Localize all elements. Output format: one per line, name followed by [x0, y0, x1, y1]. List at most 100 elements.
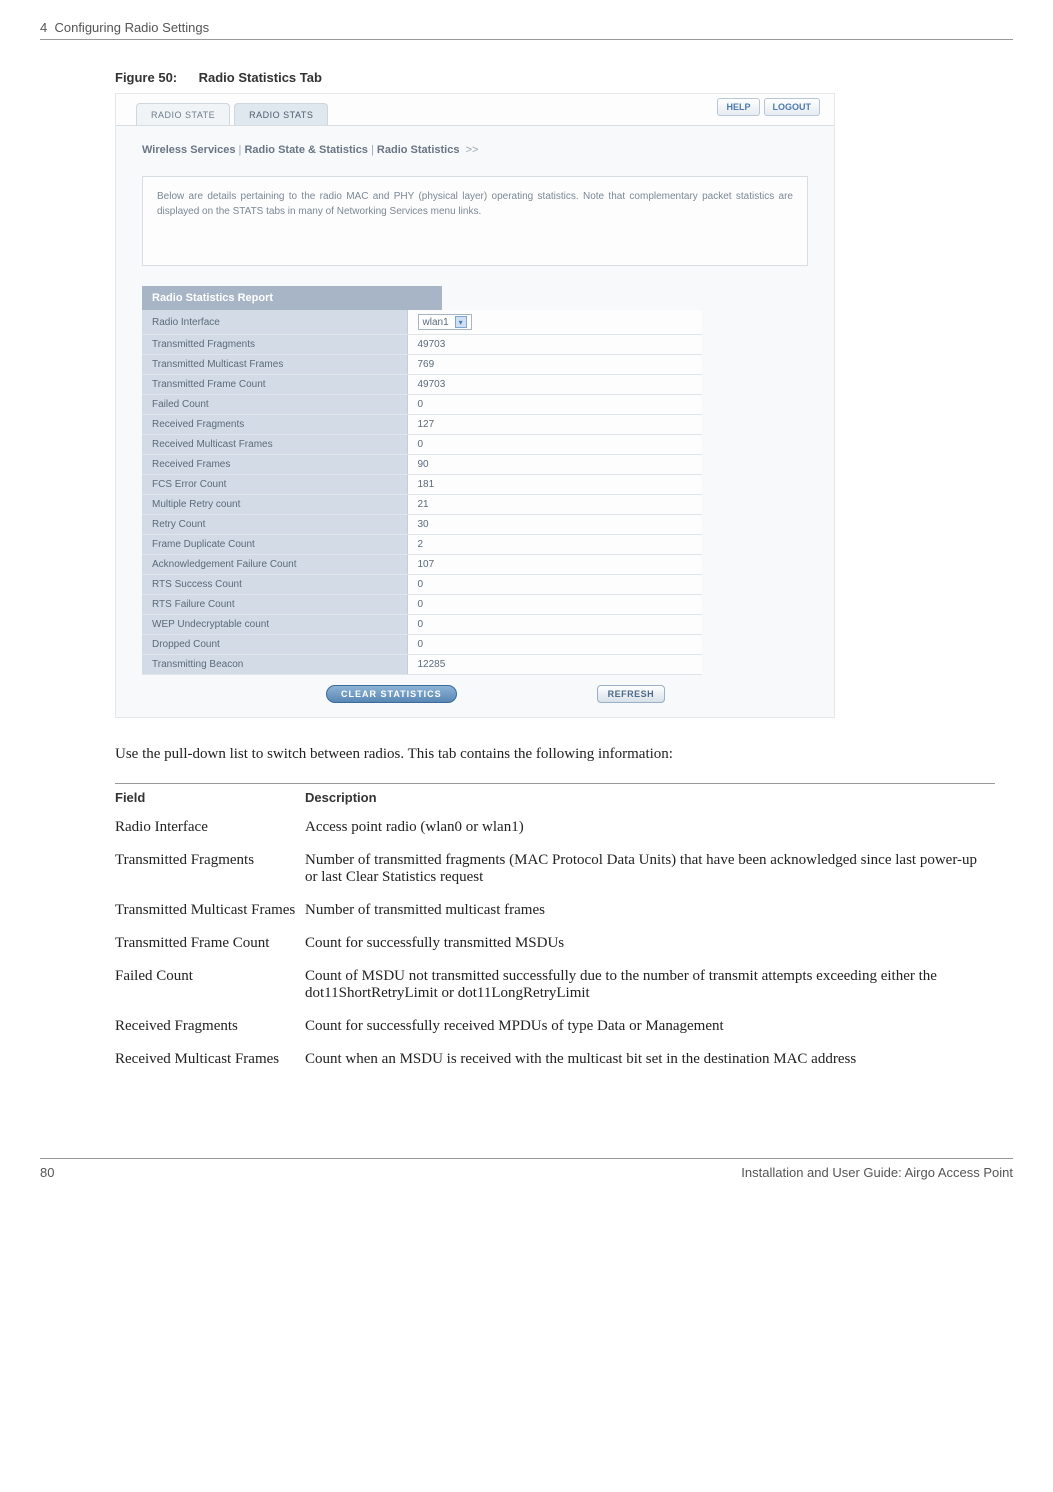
- page-header: 4 Configuring Radio Settings: [40, 20, 1013, 39]
- stat-label: Multiple Retry count: [142, 495, 407, 515]
- table-row: Failed Count0: [142, 395, 702, 415]
- stat-label: Transmitted Multicast Frames: [142, 355, 407, 375]
- stat-label: WEP Undecryptable count: [142, 615, 407, 635]
- tab-radio-stats[interactable]: RADIO STATS: [234, 103, 328, 125]
- table-row: Radio InterfaceAccess point radio (wlan0…: [115, 813, 995, 846]
- body-paragraph: Use the pull-down list to switch between…: [115, 746, 1013, 763]
- page-footer: 80 Installation and User Guide: Airgo Ac…: [40, 1158, 1013, 1180]
- stat-value: 12285: [407, 655, 702, 675]
- table-row: Received Multicast Frames0: [142, 435, 702, 455]
- stat-value: 127: [407, 415, 702, 435]
- figure-number: Figure 50:: [115, 70, 195, 85]
- chevron-down-icon: ▾: [455, 316, 467, 328]
- desc-header-desc: Description: [305, 784, 995, 814]
- desc-header-field: Field: [115, 784, 305, 814]
- table-row: Transmitted Fragments49703: [142, 335, 702, 355]
- stat-label: Acknowledgement Failure Count: [142, 555, 407, 575]
- desc-field: Transmitted Fragments: [115, 846, 305, 896]
- figure-title: Radio Statistics Tab: [199, 70, 322, 85]
- breadcrumb-b: Radio State & Statistics: [244, 144, 367, 156]
- stat-value: 0: [407, 635, 702, 655]
- stat-label: Dropped Count: [142, 635, 407, 655]
- stat-value: 0: [407, 575, 702, 595]
- stat-label: Frame Duplicate Count: [142, 535, 407, 555]
- clear-statistics-button[interactable]: CLEAR STATISTICS: [326, 685, 457, 703]
- help-button[interactable]: HELP: [717, 98, 759, 116]
- stat-value: 90: [407, 455, 702, 475]
- table-row: Frame Duplicate Count2: [142, 535, 702, 555]
- stat-label: Received Multicast Frames: [142, 435, 407, 455]
- desc-text: Count when an MSDU is received with the …: [305, 1045, 995, 1078]
- desc-text: Number of transmitted multicast frames: [305, 896, 995, 929]
- tab-radio-state[interactable]: RADIO STATE: [136, 103, 230, 125]
- stat-label: Retry Count: [142, 515, 407, 535]
- stat-label: Transmitted Frame Count: [142, 375, 407, 395]
- stat-label: RTS Success Count: [142, 575, 407, 595]
- breadcrumb-c: Radio Statistics: [377, 144, 460, 156]
- stat-label: RTS Failure Count: [142, 595, 407, 615]
- desc-text: Number of transmitted fragments (MAC Pro…: [305, 846, 995, 896]
- table-row: Transmitted Frame CountCount for success…: [115, 929, 995, 962]
- footer-title: Installation and User Guide: Airgo Acces…: [741, 1165, 1013, 1180]
- table-row: Dropped Count0: [142, 635, 702, 655]
- table-row: Failed CountCount of MSDU not transmitte…: [115, 962, 995, 1012]
- chapter-label: 4 Configuring Radio Settings: [40, 20, 209, 35]
- desc-text: Count for successfully received MPDUs of…: [305, 1012, 995, 1045]
- stat-label: Radio Interface: [142, 310, 407, 335]
- stat-value: 21: [407, 495, 702, 515]
- stat-label: Received Frames: [142, 455, 407, 475]
- breadcrumb-arrow: >>: [466, 144, 479, 156]
- screenshot-panel: RADIO STATE RADIO STATS HELP LOGOUT Wire…: [115, 93, 835, 718]
- stat-value: 769: [407, 355, 702, 375]
- table-row: WEP Undecryptable count0: [142, 615, 702, 635]
- table-row: Transmitted Frame Count49703: [142, 375, 702, 395]
- stat-value: 0: [407, 395, 702, 415]
- stat-value: 30: [407, 515, 702, 535]
- radio-interface-select[interactable]: wlan1▾: [418, 314, 472, 330]
- table-row: Retry Count30: [142, 515, 702, 535]
- desc-text: Count of MSDU not transmitted successful…: [305, 962, 995, 1012]
- logout-button[interactable]: LOGOUT: [764, 98, 821, 116]
- stat-value: 0: [407, 435, 702, 455]
- refresh-button[interactable]: REFRESH: [597, 685, 666, 703]
- table-row: Received FragmentsCount for successfully…: [115, 1012, 995, 1045]
- table-row: Acknowledgement Failure Count107: [142, 555, 702, 575]
- table-row: Transmitted FragmentsNumber of transmitt…: [115, 846, 995, 896]
- stat-value: 2: [407, 535, 702, 555]
- table-row: Received Multicast FramesCount when an M…: [115, 1045, 995, 1078]
- header-rule: [40, 39, 1013, 40]
- stat-label: Transmitted Fragments: [142, 335, 407, 355]
- section-title: Radio Statistics Report: [142, 286, 442, 310]
- desc-text: Access point radio (wlan0 or wlan1): [305, 813, 995, 846]
- breadcrumb: Wireless Services | Radio State & Statis…: [116, 126, 834, 166]
- desc-field: Failed Count: [115, 962, 305, 1012]
- intro-text: Below are details pertaining to the radi…: [142, 176, 808, 266]
- desc-field: Transmitted Frame Count: [115, 929, 305, 962]
- table-row: Received Frames90: [142, 455, 702, 475]
- stat-value: 181: [407, 475, 702, 495]
- stat-value: 0: [407, 615, 702, 635]
- desc-field: Transmitted Multicast Frames: [115, 896, 305, 929]
- table-row: Multiple Retry count21: [142, 495, 702, 515]
- stat-value: 49703: [407, 375, 702, 395]
- stats-table: Radio Interface wlan1▾ Transmitted Fragmen…: [142, 310, 702, 675]
- table-row: RTS Failure Count0: [142, 595, 702, 615]
- table-row: RTS Success Count0: [142, 575, 702, 595]
- desc-text: Count for successfully transmitted MSDUs: [305, 929, 995, 962]
- stat-value: 49703: [407, 335, 702, 355]
- screenshot-footer-buttons: CLEAR STATISTICS REFRESH: [116, 681, 834, 717]
- breadcrumb-a: Wireless Services: [142, 144, 235, 156]
- table-row: Radio Interface wlan1▾: [142, 310, 702, 335]
- desc-field: Radio Interface: [115, 813, 305, 846]
- stat-label: FCS Error Count: [142, 475, 407, 495]
- stat-value: wlan1▾: [407, 310, 702, 335]
- stat-label: Received Fragments: [142, 415, 407, 435]
- stat-value: 0: [407, 595, 702, 615]
- table-row: Received Fragments127: [142, 415, 702, 435]
- table-row: Transmitted Multicast Frames769: [142, 355, 702, 375]
- figure-caption: Figure 50: Radio Statistics Tab: [115, 70, 1013, 85]
- page-number: 80: [40, 1165, 54, 1180]
- stat-label: Transmitting Beacon: [142, 655, 407, 675]
- description-table: Field Description Radio InterfaceAccess …: [115, 783, 995, 1078]
- stat-value: 107: [407, 555, 702, 575]
